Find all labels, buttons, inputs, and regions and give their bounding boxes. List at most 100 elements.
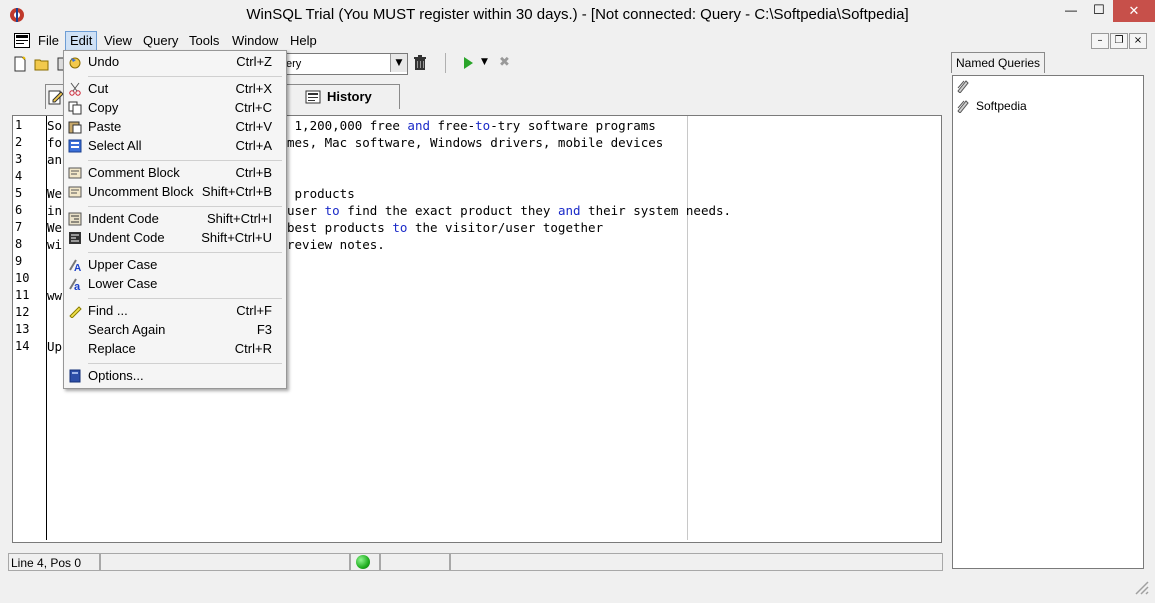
code-line-rest: user to find the exact product they and … bbox=[287, 203, 731, 218]
menu-item-shortcut: Ctrl+A bbox=[235, 138, 272, 153]
code-text: mes, Mac software, Windows drivers, mobi… bbox=[287, 135, 664, 150]
options-icon bbox=[69, 369, 81, 383]
menu-item-label: Paste bbox=[88, 119, 122, 134]
menu-separator bbox=[88, 206, 282, 207]
mdi-minimize-button[interactable]: – bbox=[1091, 33, 1109, 49]
menu-item-label: Cut bbox=[88, 81, 109, 96]
cursor-position-text: Line 4, Pos 0 bbox=[8, 553, 100, 571]
sql-keyword: and bbox=[557, 203, 581, 218]
menu-separator bbox=[88, 363, 282, 364]
maximize-button[interactable]: ☐ bbox=[1085, 0, 1113, 22]
menu-separator bbox=[88, 76, 282, 77]
code-text: review notes. bbox=[287, 237, 385, 252]
copy-icon bbox=[68, 101, 82, 115]
folder-queries-icon[interactable] bbox=[956, 79, 970, 93]
named-queries-tree[interactable] bbox=[952, 75, 1144, 569]
document-icon[interactable] bbox=[14, 33, 30, 48]
menu-item-shortcut: Ctrl+Z bbox=[236, 54, 272, 69]
close-button[interactable]: ✕ bbox=[1113, 0, 1155, 22]
menu-item-label: Upper Case bbox=[88, 257, 158, 272]
svg-text:A: A bbox=[74, 263, 81, 272]
resize-gripper-icon[interactable] bbox=[1131, 577, 1149, 595]
trash-icon[interactable] bbox=[412, 55, 428, 71]
code-line-start: Up bbox=[47, 339, 63, 354]
code-line-rest: 1,200,000 free and free-to-try software … bbox=[287, 118, 656, 133]
menu-query[interactable]: Query bbox=[143, 32, 178, 50]
code-line-rest: products bbox=[287, 186, 355, 201]
menu-item-shortcut: Ctrl+B bbox=[235, 165, 272, 180]
run-dropdown-button[interactable]: ▼ bbox=[481, 57, 488, 67]
tab-history[interactable]: History bbox=[286, 84, 400, 109]
history-icon bbox=[305, 90, 321, 104]
line-number: 6 bbox=[15, 203, 23, 217]
status-cell-info bbox=[450, 553, 943, 571]
lower-case-icon: a bbox=[69, 278, 81, 291]
code-line-start: We bbox=[47, 220, 63, 235]
code-text: the visitor/user together bbox=[407, 220, 604, 235]
line-number: 13 bbox=[15, 322, 30, 336]
comment-block-icon bbox=[68, 167, 82, 179]
scissors-icon bbox=[69, 82, 81, 96]
code-line-rest: best products to the visitor/user togeth… bbox=[287, 220, 603, 235]
code-text: find the exact product they bbox=[339, 203, 558, 218]
query-item-icon bbox=[957, 100, 969, 113]
code-line-rest: mes, Mac software, Windows drivers, mobi… bbox=[287, 135, 663, 150]
sql-keyword: to bbox=[324, 203, 340, 218]
menu-item-shortcut: Ctrl+R bbox=[234, 341, 272, 356]
menu-edit[interactable]: Edit bbox=[65, 31, 98, 51]
combo-dropdown-button[interactable]: ▼ bbox=[390, 54, 407, 72]
menu-item-label: Copy bbox=[88, 100, 119, 115]
sql-keyword: and bbox=[407, 118, 430, 133]
status-cell-message bbox=[100, 553, 350, 571]
run-icon[interactable] bbox=[460, 55, 476, 71]
code-text: user bbox=[287, 203, 325, 218]
menu-item-shortcut: F3 bbox=[256, 322, 272, 337]
menu-item-label: Lower Case bbox=[88, 276, 158, 291]
connection-status-light bbox=[356, 555, 370, 569]
line-number: 14 bbox=[15, 339, 30, 353]
code-line-start: fo bbox=[47, 135, 63, 150]
line-number: 11 bbox=[15, 288, 30, 302]
menu-view[interactable]: View bbox=[104, 32, 132, 50]
code-text: products bbox=[287, 186, 355, 201]
new-file-icon[interactable] bbox=[12, 56, 28, 72]
menu-item-label: Find ... bbox=[88, 303, 128, 318]
line-number: 10 bbox=[15, 271, 30, 285]
minimize-button[interactable]: — bbox=[1057, 0, 1085, 22]
menu-separator bbox=[88, 252, 282, 253]
line-number: 7 bbox=[15, 220, 23, 234]
window-title: WinSQL Trial (You MUST register within 3… bbox=[246, 6, 909, 23]
code-line-start: wi bbox=[47, 237, 63, 252]
menu-item-shortcut: Ctrl+V bbox=[235, 119, 272, 134]
menu-window[interactable]: Window bbox=[232, 32, 278, 50]
code-text: best products bbox=[287, 220, 393, 235]
line-number: 9 bbox=[15, 254, 23, 268]
line-number: 1 bbox=[15, 118, 23, 132]
mdi-restore-button[interactable]: ❐ bbox=[1110, 33, 1128, 49]
line-number: 12 bbox=[15, 305, 30, 319]
line-number: 8 bbox=[15, 237, 23, 251]
paste-icon bbox=[68, 121, 82, 134]
menu-separator bbox=[88, 160, 282, 161]
menu-item-shortcut: Ctrl+C bbox=[234, 100, 272, 115]
open-folder-icon[interactable] bbox=[34, 56, 50, 72]
tab-history-label: History bbox=[327, 89, 372, 104]
tab-named-queries[interactable]: Named Queries bbox=[951, 52, 1046, 73]
code-text: their system needs. bbox=[580, 203, 732, 218]
code-line-start: We bbox=[47, 186, 63, 201]
code-line-start: ww bbox=[47, 288, 63, 303]
menu-file[interactable]: File bbox=[38, 32, 59, 50]
code-line-rest: review notes. bbox=[287, 237, 385, 252]
named-query-item[interactable]: Softpedia bbox=[976, 99, 1027, 113]
stop-icon[interactable]: ✖ bbox=[499, 55, 510, 70]
menu-help[interactable]: Help bbox=[290, 32, 317, 50]
line-number: 2 bbox=[15, 135, 23, 149]
menu-item-shortcut: Ctrl+F bbox=[236, 303, 272, 318]
line-number: 3 bbox=[15, 152, 23, 166]
sql-keyword: to bbox=[392, 220, 408, 235]
mdi-close-button[interactable]: × bbox=[1129, 33, 1147, 49]
select-all-icon bbox=[68, 139, 82, 153]
svg-text:a: a bbox=[74, 281, 81, 291]
menu-tools[interactable]: Tools bbox=[189, 32, 219, 50]
pencil-note-icon bbox=[48, 90, 64, 105]
